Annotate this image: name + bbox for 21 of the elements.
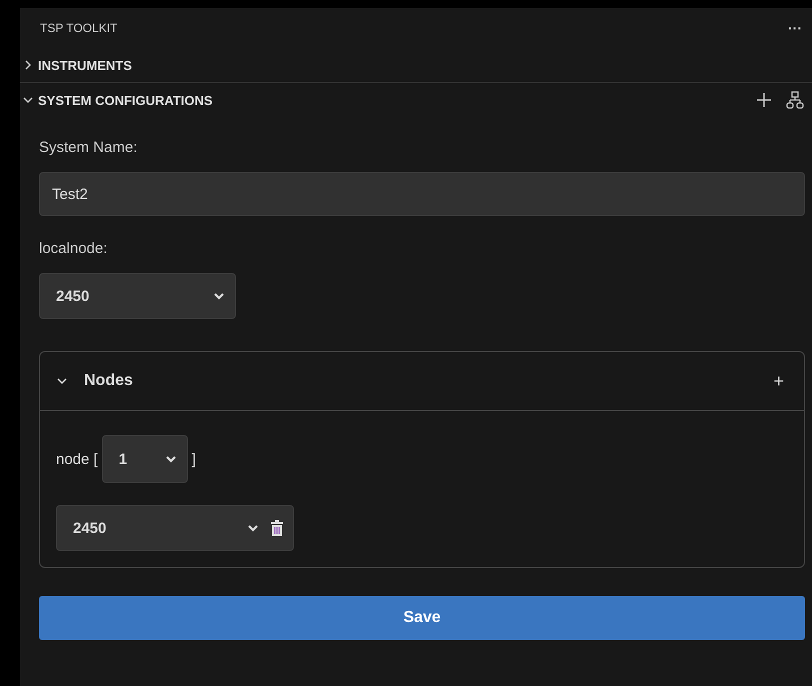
caret-icon <box>247 523 259 533</box>
more-button[interactable]: ··· <box>788 20 802 36</box>
node-label: node [ <box>56 450 98 468</box>
localnode-select[interactable]: 2450 <box>39 273 236 319</box>
hierarchy-icon[interactable] <box>786 91 804 109</box>
field-label: localnode: <box>39 240 108 257</box>
field-label: System Name: <box>39 139 138 156</box>
add-icon[interactable] <box>756 92 772 108</box>
trash-icon[interactable] <box>271 520 283 536</box>
caret-icon <box>213 291 225 301</box>
bracket-label: ] <box>192 450 196 468</box>
caret-icon <box>164 454 177 464</box>
add-node-button[interactable]: + <box>767 370 790 392</box>
section-header[interactable]: SYSTEM CONFIGURATIONS <box>38 92 756 108</box>
panel-title: TSP TOOLKIT <box>40 21 118 35</box>
save-button[interactable]: Save <box>39 596 805 640</box>
node-index-select[interactable]: 1 <box>102 435 188 483</box>
nodes-title[interactable]: Nodes <box>84 372 768 390</box>
node-model-select[interactable]: 2450 <box>56 505 294 551</box>
section-header[interactable]: INSTRUMENTS <box>38 58 804 72</box>
system-name-field[interactable]: Test2 <box>39 172 805 216</box>
